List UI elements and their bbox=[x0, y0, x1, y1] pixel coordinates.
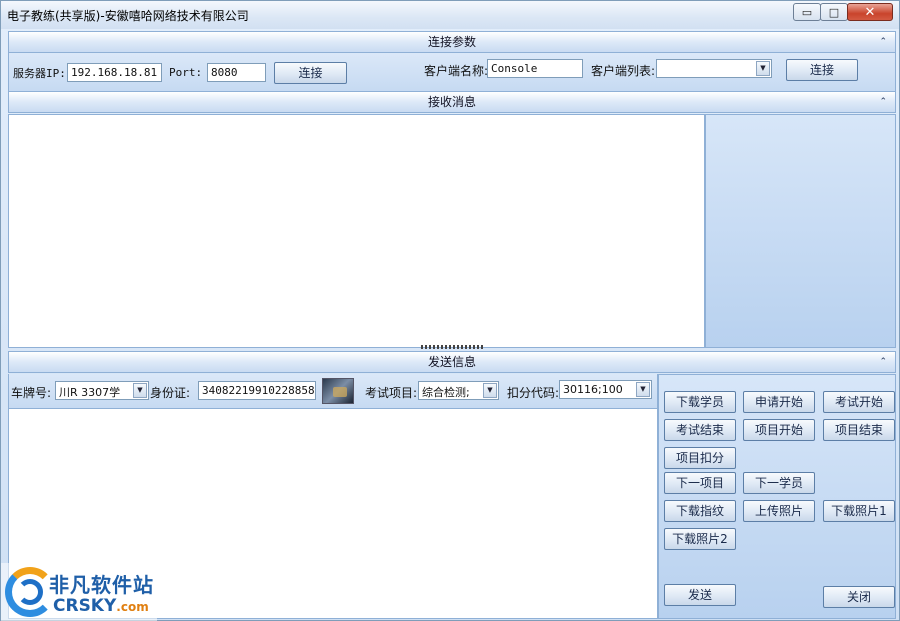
send-params-row: 车牌号: 川R 3307学 ▼ 身份证: 340822199102288587 … bbox=[8, 374, 658, 408]
close-icon: ✕ bbox=[864, 4, 876, 20]
title-bar: 电子教练(共享版)-安徽嘻哈网络技术有限公司 ▭ □ ✕ bbox=[1, 1, 899, 29]
next-item-button[interactable]: 下一项目 bbox=[664, 472, 736, 494]
send-button[interactable]: 发送 bbox=[664, 584, 736, 606]
logo-text-en: CRSKY.com bbox=[53, 596, 149, 616]
action-panel: 下载学员 申请开始 考试开始 考试结束 项目开始 项目结束 项目扣分 下一项目 … bbox=[658, 374, 896, 619]
splitter-handle[interactable] bbox=[421, 345, 485, 349]
client-connect-button[interactable]: 连接 bbox=[786, 59, 858, 81]
server-ip-input[interactable]: 192.168.18.81 bbox=[67, 63, 162, 82]
exam-label: 考试项目: bbox=[365, 386, 418, 400]
photo-thumbnail[interactable] bbox=[322, 378, 354, 404]
server-ip-label: 服务器IP: bbox=[13, 67, 66, 80]
chevron-down-icon[interactable]: ▼ bbox=[133, 383, 147, 398]
close-window-button[interactable]: ✕ bbox=[847, 3, 893, 21]
plate-value: 川R 3307学 bbox=[59, 386, 121, 399]
upload-photo-button[interactable]: 上传照片 bbox=[743, 500, 815, 522]
deduct-label: 扣分代码: bbox=[507, 386, 560, 400]
deduct-value: 30116;100 bbox=[563, 383, 623, 396]
item-end-button[interactable]: 项目结束 bbox=[823, 419, 895, 441]
next-student-button[interactable]: 下一学员 bbox=[743, 472, 815, 494]
plate-select[interactable]: 川R 3307学 ▼ bbox=[55, 381, 149, 400]
download-photo2-button[interactable]: 下载照片2 bbox=[664, 528, 736, 550]
chevron-down-icon[interactable]: ▼ bbox=[756, 61, 770, 76]
send-header-title: 发送信息 bbox=[427, 355, 476, 369]
port-input[interactable]: 8080 bbox=[207, 63, 266, 82]
port-label: Port: bbox=[169, 66, 203, 79]
exam-start-button[interactable]: 考试开始 bbox=[823, 391, 895, 413]
maximize-icon: □ bbox=[828, 5, 840, 19]
plate-label: 车牌号: bbox=[11, 386, 52, 400]
connect-button[interactable]: 连接 bbox=[274, 62, 347, 84]
client-name-label: 客户端名称: bbox=[424, 64, 489, 78]
chevron-down-icon[interactable]: ▼ bbox=[483, 383, 497, 398]
client-list-label: 客户端列表: bbox=[591, 64, 656, 78]
minimize-icon: ▭ bbox=[801, 5, 813, 19]
connection-row: 服务器IP: 192.168.18.81 Port: 8080 连接 客户端名称… bbox=[8, 53, 896, 91]
deduct-select[interactable]: 30116;100 ▼ bbox=[559, 380, 652, 399]
window-controls: ▭ □ ✕ bbox=[793, 3, 893, 21]
collapse-icon[interactable]: ⌃ bbox=[879, 32, 887, 52]
receive-header-title: 接收消息 bbox=[427, 95, 476, 109]
item-deduct-button[interactable]: 项目扣分 bbox=[664, 447, 736, 469]
connection-header[interactable]: 连接参数 ⌃ bbox=[8, 31, 896, 53]
item-start-button[interactable]: 项目开始 bbox=[743, 419, 815, 441]
logo-text-en-main: CRSKY bbox=[53, 596, 117, 616]
collapse-icon[interactable]: ⌃ bbox=[879, 92, 887, 112]
download-student-button[interactable]: 下载学员 bbox=[664, 391, 736, 413]
receive-message-area[interactable] bbox=[8, 114, 705, 348]
maximize-button[interactable]: □ bbox=[820, 3, 848, 21]
apply-start-button[interactable]: 申请开始 bbox=[743, 391, 815, 413]
client-name-input[interactable]: Console bbox=[487, 59, 583, 78]
connection-header-title: 连接参数 bbox=[427, 35, 476, 49]
window-title: 电子教练(共享版)-安徽嘻哈网络技术有限公司 bbox=[7, 9, 249, 23]
minimize-button[interactable]: ▭ bbox=[793, 3, 821, 21]
send-header[interactable]: 发送信息 ⌃ bbox=[8, 351, 896, 373]
id-label: 身份证: bbox=[150, 386, 191, 400]
client-list-select[interactable]: ▼ bbox=[656, 59, 772, 78]
logo-text-cn: 非凡软件站 bbox=[49, 573, 154, 597]
exam-select[interactable]: 综合检测; ▼ bbox=[418, 381, 499, 400]
logo-text-en-suffix: .com bbox=[116, 600, 149, 614]
collapse-icon[interactable]: ⌃ bbox=[879, 352, 887, 372]
exam-value: 综合检测; bbox=[422, 386, 470, 399]
download-photo1-button[interactable]: 下载照片1 bbox=[823, 500, 895, 522]
download-fingerprint-button[interactable]: 下载指纹 bbox=[664, 500, 736, 522]
site-logo: 非凡软件站 CRSKY.com bbox=[1, 563, 157, 621]
receive-side-panel bbox=[705, 114, 896, 348]
id-input[interactable]: 340822199102288587 bbox=[198, 381, 316, 400]
chevron-down-icon[interactable]: ▼ bbox=[636, 382, 650, 397]
main-window: 电子教练(共享版)-安徽嘻哈网络技术有限公司 ▭ □ ✕ 连接参数 ⌃ 服务器I… bbox=[0, 0, 900, 621]
receive-header[interactable]: 接收消息 ⌃ bbox=[8, 91, 896, 113]
close-button[interactable]: 关闭 bbox=[823, 586, 895, 608]
exam-end-button[interactable]: 考试结束 bbox=[664, 419, 736, 441]
logo-swirl-inner-icon bbox=[17, 579, 43, 605]
